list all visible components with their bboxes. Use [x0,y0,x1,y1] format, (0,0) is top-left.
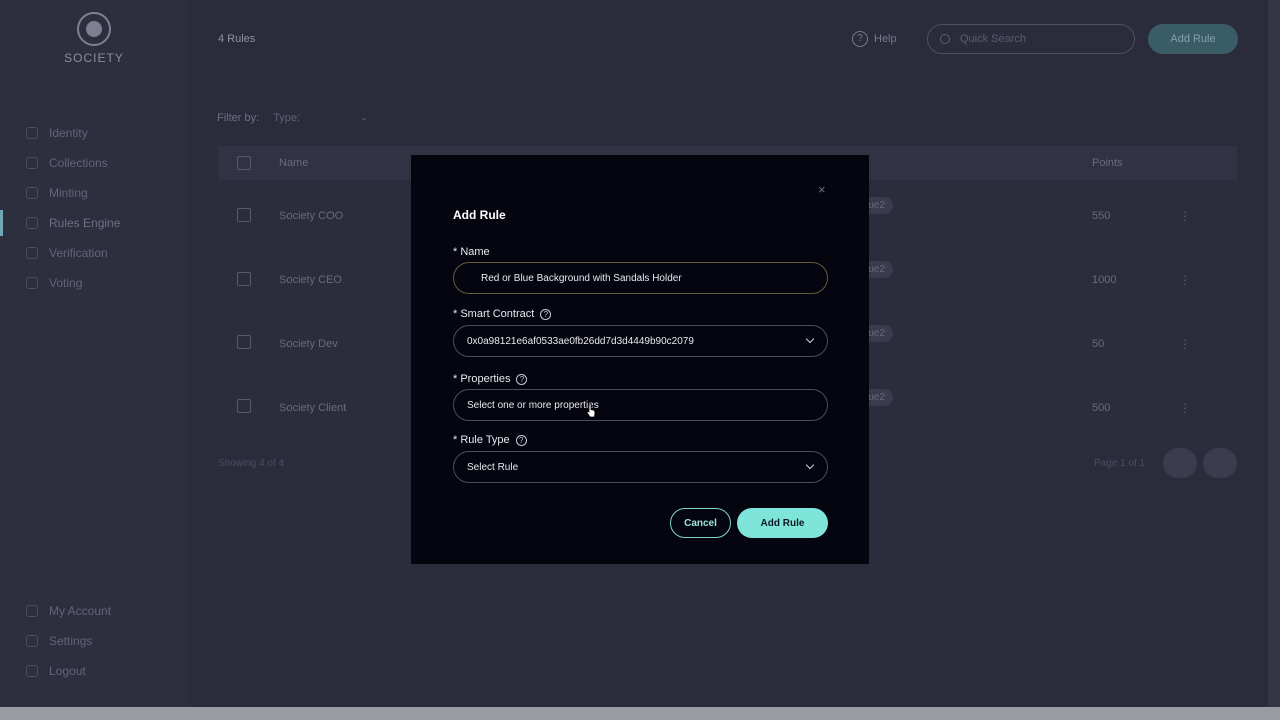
smart-contract-value: 0x0a98121e6af0533ae0fb26dd7d3d4449b90c20… [467,335,694,347]
row-checkbox[interactable] [237,335,251,349]
sidebar-item-label: Collections [49,156,108,170]
logout-icon [26,665,38,677]
rule-points: 500 [1092,402,1111,414]
rule-type-select[interactable]: Select Rule [453,451,828,483]
pointer-cursor-icon [586,403,596,418]
rule-type-value: Select Rule [467,461,519,473]
sidebar-item-voting[interactable]: Voting [0,268,188,298]
type-filter-select[interactable]: Type: [273,112,300,124]
sidebar-item-label: Logout [49,664,86,678]
verification-icon [26,247,38,259]
sidebar-item-label: Voting [49,276,83,290]
help-icon: ? [852,31,868,47]
sidebar-item-rules-engine[interactable]: Rules Engine [0,208,188,238]
help-circle-icon[interactable]: ? [515,434,527,446]
horizontal-scrollbar[interactable] [0,707,1280,720]
sidebar-item-verification[interactable]: Verification [0,238,188,268]
row-checkbox[interactable] [237,208,251,222]
collections-icon [26,157,38,169]
rule-points: 50 [1092,338,1105,350]
quick-search-input[interactable]: Quick Search [927,24,1135,54]
filter-label: Filter by: [217,112,260,124]
sidebar-item-label: Rules Engine [49,216,121,230]
rule-points: 1000 [1092,274,1117,286]
sidebar-item-identity[interactable]: Identity [0,118,188,148]
add-rule-header-button[interactable]: Add Rule [1148,24,1238,54]
sidebar-item-my-account[interactable]: My Account [0,596,188,626]
showing-count: Showing 4 of 4 [218,458,285,469]
sidebar-item-settings[interactable]: Settings [0,626,188,656]
sidebar-item-collections[interactable]: Collections [0,148,188,178]
sidebar-item-label: My Account [49,604,112,618]
help-link[interactable]: ? Help [852,31,897,47]
filter-bar: Filter by: Type: ⌄ [217,112,368,124]
add-rule-modal: × Add Rule * Name Red or Blue Background… [411,155,869,564]
properties-select[interactable]: Select one or more properties [453,389,828,421]
more-vertical-icon[interactable]: · · · [1182,205,1188,226]
close-icon[interactable]: × [818,182,826,197]
help-circle-icon[interactable]: ? [516,373,528,385]
sidebar-item-label: Settings [49,634,93,648]
chevron-down-icon: ⌄ [360,112,368,122]
more-vertical-icon[interactable]: · · · [1182,269,1188,290]
rule-points: 550 [1092,210,1111,222]
search-icon [940,34,950,44]
row-checkbox[interactable] [237,399,251,413]
page-indicator: Page 1 of 1 [1094,458,1146,469]
smart-contract-label-text: * Smart Contract [453,308,535,320]
select-all-checkbox[interactable] [237,156,251,170]
sidebar-item-label: Identity [49,126,88,140]
scrollbar[interactable] [1268,0,1280,707]
prev-page-button[interactable] [1163,448,1197,478]
search-placeholder: Quick Search [960,33,1027,45]
rules-icon [26,217,38,229]
brand-name: SOCIETY [64,51,124,65]
row-checkbox[interactable] [237,272,251,286]
sidebar-item-logout[interactable]: Logout [0,656,188,686]
help-label: Help [874,33,897,45]
add-rule-button[interactable]: Add Rule [737,508,828,538]
chevron-down-icon [805,334,815,344]
voting-icon [26,277,38,289]
society-logo-icon [77,12,111,46]
smart-contract-select[interactable]: 0x0a98121e6af0533ae0fb26dd7d3d4449b90c20… [453,325,828,357]
rule-name: Society CEO [279,274,342,286]
rule-name: Society COO [279,210,344,222]
sidebar-item-label: Verification [49,246,108,260]
rules-count: 4 Rules [218,33,256,45]
name-value: Red or Blue Background with Sandals Hold… [481,272,682,284]
modal-title: Add Rule [453,208,506,222]
brand-logo[interactable]: SOCIETY [0,12,188,65]
column-header-points: Points [1092,157,1123,169]
next-page-button[interactable] [1203,448,1237,478]
more-vertical-icon[interactable]: · · · [1182,397,1188,418]
cancel-button[interactable]: Cancel [670,508,731,538]
sidebar-item-minting[interactable]: Minting [0,178,188,208]
rule-type-label-text: * Rule Type [453,434,510,446]
more-vertical-icon[interactable]: · · · [1182,333,1188,354]
column-header-name: Name [279,157,309,169]
chevron-down-icon [805,460,815,470]
properties-placeholder: Select one or more properties [467,399,599,411]
rule-name: Society Client [279,402,347,414]
smart-contract-label: * Smart Contract ? [453,308,552,320]
help-circle-icon[interactable]: ? [540,308,552,320]
account-icon [26,605,38,617]
name-label-text: * Name [453,246,490,258]
properties-label: * Properties ? [453,373,528,385]
rule-type-label: * Rule Type ? [453,434,527,446]
minting-icon [26,187,38,199]
sidebar-item-label: Minting [49,186,88,200]
sidebar: SOCIETY Identity Collections Minting Rul… [0,0,188,707]
rule-name: Society Dev [279,338,338,350]
properties-label-text: * Properties [453,373,511,385]
name-input[interactable]: Red or Blue Background with Sandals Hold… [453,262,828,294]
name-label: * Name [453,246,490,258]
settings-icon [26,635,38,647]
identity-icon [26,127,38,139]
